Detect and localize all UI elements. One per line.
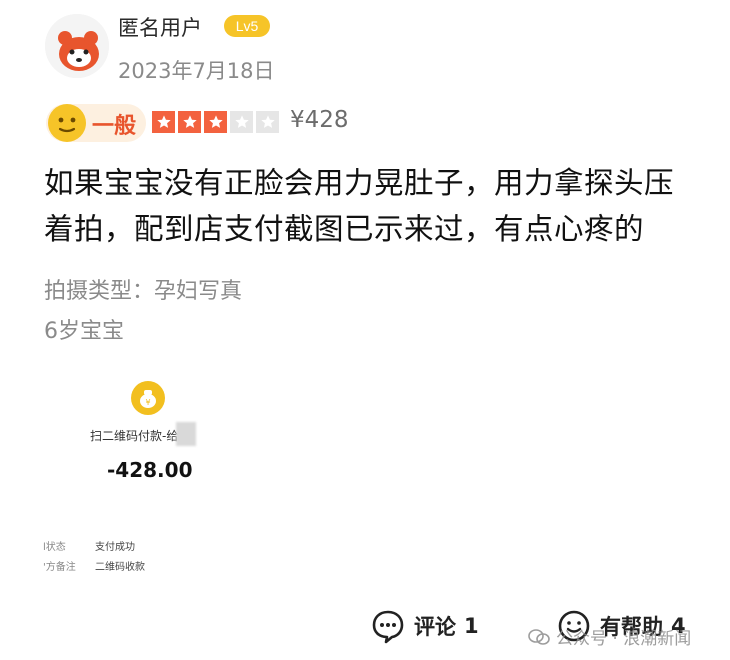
- wechat-icon: [528, 628, 550, 645]
- payment-amount: -428.00: [107, 458, 193, 482]
- price: ¥428: [290, 107, 349, 133]
- shoot-type: 拍摄类型：孕妇写真: [44, 279, 243, 304]
- review-text: 如果宝宝没有正脸会用力晃肚子，用力拿探头压 着拍，配到店支付截图已示来过，有点心…: [44, 160, 704, 252]
- comment-label: 评论: [414, 615, 456, 639]
- baby-tag: 6岁宝宝: [44, 319, 124, 344]
- star-rating: [152, 111, 279, 133]
- rating-label: 一般: [92, 114, 137, 139]
- star-icon: [256, 111, 279, 133]
- payment-status-row: l状态 支付成功: [43, 538, 135, 553]
- review-line-1: 如果宝宝没有正脸会用力晃肚子，用力拿探头压: [44, 166, 675, 200]
- star-icon: [152, 111, 175, 133]
- username[interactable]: 匿名用户: [118, 12, 202, 42]
- comment-icon: [372, 610, 404, 644]
- payment-note-value: 二维码收款: [95, 562, 145, 573]
- svg-text:¥: ¥: [145, 398, 150, 407]
- star-icon: [178, 111, 201, 133]
- comment-count: 1: [464, 614, 479, 638]
- payment-status-value: 支付成功: [95, 542, 135, 553]
- payment-note-row: '方备注 二维码收款: [43, 558, 145, 573]
- review-date: 2023年7月18日: [118, 59, 275, 83]
- neutral-smiley-icon: [46, 102, 88, 144]
- red-panda-avatar-icon: [45, 14, 109, 78]
- comment-button[interactable]: 评论 1: [370, 608, 479, 644]
- payment-note-key: '方备注: [43, 562, 76, 573]
- star-icon: [204, 111, 227, 133]
- watermark: 公众号 · 浪潮新闻: [528, 624, 691, 649]
- blurred-payee: [176, 422, 196, 446]
- money-bag-icon[interactable]: ¥: [131, 381, 165, 415]
- level-badge: Lv5: [224, 15, 270, 37]
- avatar[interactable]: [45, 14, 109, 78]
- review-line-2: 着拍，配到店支付截图已示来过，有点心疼的: [44, 212, 645, 246]
- star-icon: [230, 111, 253, 133]
- payment-status-key: l状态: [43, 542, 66, 553]
- payment-description: 扫二维码付款-给: [90, 429, 179, 443]
- watermark-text: 公众号 · 浪潮新闻: [556, 629, 692, 649]
